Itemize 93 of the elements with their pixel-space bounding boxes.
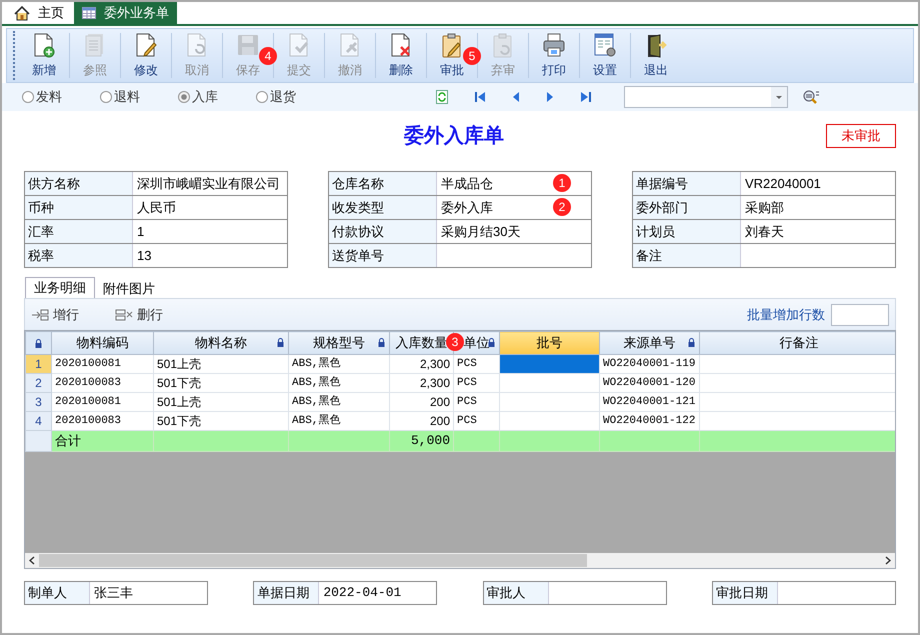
toolbar-icon [593,33,617,59]
number-badge: 5 [463,47,481,65]
scroll-left-icon[interactable] [29,556,35,565]
field-label: 收发类型 [329,196,437,219]
first-page-icon[interactable] [474,91,486,103]
table-cell: ABS,黑色 [288,354,390,374]
batch-count-field[interactable] [831,304,889,326]
field-label: 税率 [25,244,133,267]
table-cell: 2020100083 [52,374,154,392]
field-label: 付款协议 [329,220,437,243]
field-label: 制单人 [25,582,90,604]
search-icon[interactable] [802,89,820,105]
detail-tab[interactable]: 附件图片 [95,279,163,298]
detail-tab[interactable]: 业务明细 [25,277,95,298]
toolbar-button[interactable]: 退出 [631,29,681,82]
tab[interactable]: 委外业务单 [74,2,177,24]
delete-row-icon [115,308,133,320]
field-label: 汇率 [25,220,133,243]
toolbar-button[interactable]: 新增 [19,29,69,82]
toolbar-button[interactable]: 修改 [121,29,171,82]
radio-icon[interactable] [22,91,34,103]
number-badge: 4 [259,47,277,65]
field-label: 仓库名称 [329,172,437,195]
table-cell: 200 [390,392,454,412]
toolbar-button[interactable]: 增行 [31,304,79,324]
table-cell: WO22040001-121 [600,392,700,412]
form-title: 委外入库单 [404,124,504,149]
field-label: 审批日期 [712,582,778,604]
column-header[interactable]: 物料名称 [154,332,288,354]
field-label: 审批人 [484,582,549,604]
toolbar-button[interactable]: 删除 [376,29,426,82]
column-header[interactable]: 规格型号 [288,332,390,354]
field-label: 委外部门 [633,196,741,219]
refresh-icon[interactable] [436,90,448,104]
row-number[interactable]: 2 [26,374,52,392]
lock-icon [35,338,42,348]
table-cell: PCS [454,374,500,392]
tab[interactable]: 主页 [6,2,72,24]
row-number[interactable]: 3 [26,392,52,412]
table-cell: 2020100081 [52,354,154,374]
column-header[interactable]: 物料编码 [52,332,154,354]
toolbar-button[interactable]: 删行 [115,304,163,324]
batch-add-label: 批量增加行数 [747,306,825,324]
toolbar-icon [287,33,311,59]
table-icon [82,7,96,19]
column-header[interactable]: 入库数量 [390,332,454,354]
total-cell: 合计 [52,430,154,451]
table-cell: ABS,黑色 [288,374,390,392]
field-label: 币种 [25,196,133,219]
table-cell: 501下壳 [154,374,288,392]
table-cell: 501上壳 [154,354,288,374]
table-cell: 501上壳 [154,392,288,412]
radio-icon[interactable] [256,91,268,103]
row-number[interactable]: 4 [26,412,52,430]
radio-icon[interactable] [100,91,112,103]
search-dropdown[interactable] [624,86,788,108]
add-row-icon [31,308,49,320]
total-cell: 5,000 [390,430,454,451]
next-icon[interactable] [546,91,554,103]
column-header[interactable]: 批号 [500,332,600,354]
column-header[interactable]: 来源单号 [600,332,700,354]
toolbar-icon [32,33,56,59]
previous-icon[interactable] [512,91,520,103]
toolbar-icon [134,33,158,59]
toolbar-icon [389,33,413,59]
radio-option[interactable]: 退货 [240,87,318,107]
table-cell: WO22040001-120 [600,374,700,392]
table-cell: 2020100081 [52,392,154,412]
scroll-right-icon[interactable] [885,556,891,565]
table-cell: WO22040001-119 [600,354,700,374]
home-icon [14,6,30,20]
field-label: 备注 [633,244,741,267]
column-header[interactable]: 行备注 [700,332,895,354]
field-label: 供方名称 [25,172,133,195]
table-cell: ABS,黑色 [288,392,390,412]
table-cell: 2,300 [390,354,454,374]
radio-option[interactable]: 发料 [6,87,84,107]
table-cell: PCS [454,392,500,412]
field-label: 送货单号 [329,244,437,267]
field-label: 单据编号 [633,172,741,195]
toolbar-icon [542,33,566,59]
horizontal-scrollbar[interactable] [25,553,895,568]
scrollbar-thumb[interactable] [39,554,587,567]
radio-option[interactable]: 退料 [84,87,162,107]
last-page-icon[interactable] [580,91,592,103]
toolbar-button[interactable]: 打印 [529,29,579,82]
approval-status-badge: 未审批 [826,124,896,148]
toolbar-button[interactable]: 设置 [580,29,630,82]
dropdown-arrow-icon [776,96,782,98]
row-number[interactable]: 1 [26,354,52,374]
field-label: 计划员 [633,220,741,243]
field-label: 单据日期 [254,582,320,604]
table-cell: 2,300 [390,374,454,392]
